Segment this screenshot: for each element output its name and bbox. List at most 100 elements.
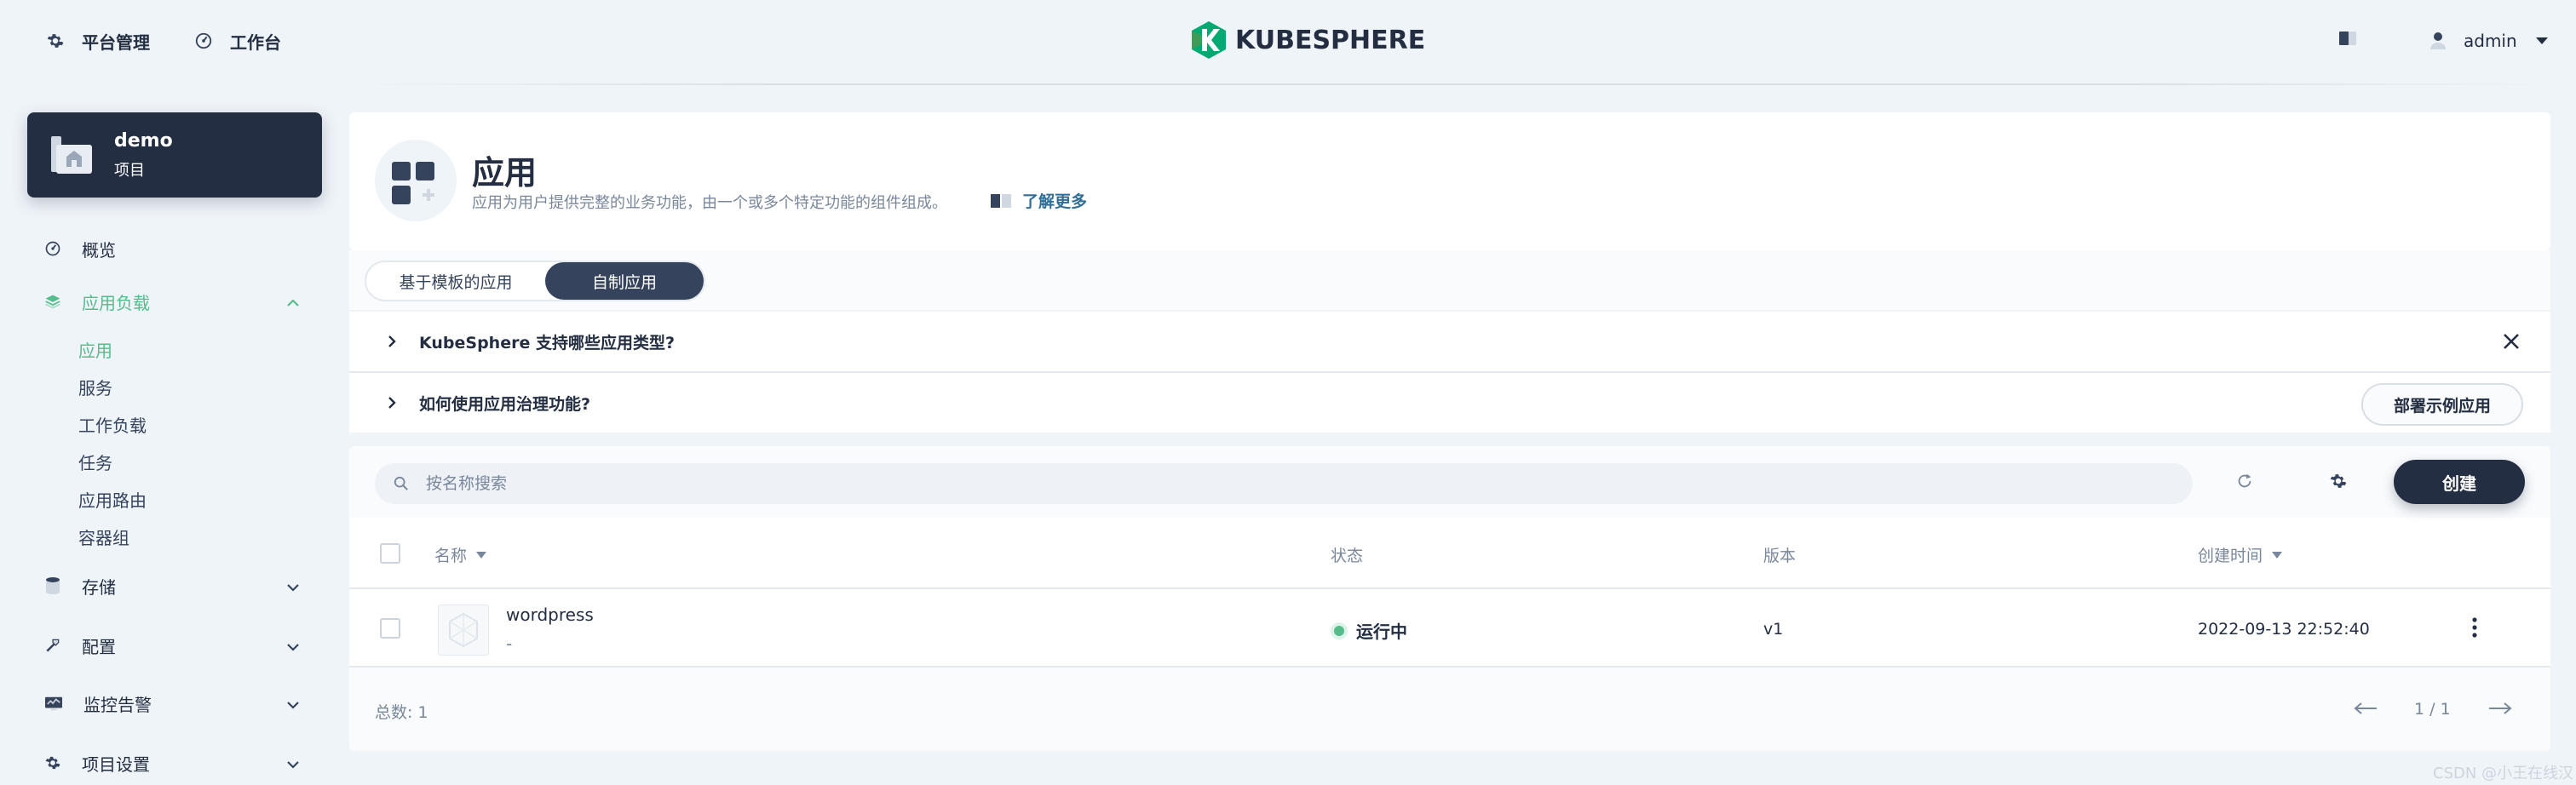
total-count: 总数: 1: [375, 703, 428, 722]
sidebar-item-config[interactable]: 配置: [44, 628, 116, 662]
app-type-tabbar: 基于模板的应用 自制应用: [349, 250, 2550, 310]
chevron-right-icon: [383, 394, 400, 411]
row-checkbox[interactable]: [380, 618, 400, 639]
sidebar-item-label: 配置: [82, 636, 116, 657]
status-text: 运行中: [1356, 622, 1407, 642]
dashboard-icon: [194, 32, 213, 50]
faq-item-governance[interactable]: 如何使用应用治理功能? 部署示例应用: [349, 373, 2550, 433]
app-thumbnail-icon: [438, 605, 489, 656]
hammer-icon: [44, 637, 61, 654]
chevron-down-icon[interactable]: [285, 639, 302, 656]
deploy-sample-app-button[interactable]: 部署示例应用: [2361, 383, 2523, 426]
faq-question: KubeSphere 支持哪些应用类型?: [419, 333, 675, 352]
page-title: 应用: [472, 154, 538, 192]
sidebar-item-label: 项目设置: [82, 753, 150, 775]
page-description: 应用为用户提供完整的业务功能，由一个或多个特定功能的组件组成。: [472, 194, 947, 212]
previous-page-icon[interactable]: [2353, 702, 2378, 715]
next-page-icon[interactable]: [2487, 702, 2513, 715]
sidebar-item-project-settings[interactable]: 项目设置: [44, 746, 150, 780]
table-toolbar: 创建: [349, 446, 2550, 518]
sidebar-item-monitoring[interactable]: 监控告警: [44, 686, 152, 720]
app-name-link[interactable]: wordpress: [506, 605, 594, 625]
create-button[interactable]: 创建: [2394, 460, 2525, 504]
user-name: admin: [2464, 31, 2517, 51]
database-icon: [44, 576, 61, 595]
gear-icon[interactable]: [2329, 472, 2348, 490]
page-indicator: 1 / 1: [2414, 700, 2451, 719]
refresh-icon[interactable]: [2235, 472, 2254, 490]
column-created-time[interactable]: 创建时间: [2198, 543, 2283, 566]
app-type-tabs: 基于模板的应用 自制应用: [365, 261, 705, 301]
chevron-down-icon[interactable]: [285, 696, 302, 713]
sidebar-item-storage[interactable]: 存储: [44, 569, 116, 603]
topbar-divider: [349, 83, 2556, 85]
column-name[interactable]: 名称: [434, 543, 487, 566]
search-icon: [394, 476, 409, 491]
learn-more-label: 了解更多: [1022, 192, 1088, 211]
column-label: 版本: [1763, 547, 1797, 565]
tab-custom-apps[interactable]: 自制应用: [545, 262, 704, 300]
gear-icon: [46, 32, 65, 50]
sidebar-item-label: 存储: [82, 576, 116, 598]
watermark: CSDN @小王在线汉化: [2433, 765, 2574, 782]
chevron-down-icon[interactable]: [285, 756, 302, 773]
app-created-time: 2022-09-13 22:52:40: [2198, 620, 2370, 639]
select-all-checkbox[interactable]: [380, 543, 400, 564]
column-label: 创建时间: [2198, 547, 2263, 565]
column-status: 状态: [1331, 543, 1363, 566]
kubesphere-logo-icon: [1191, 20, 1227, 60]
sidebar-subitem-ingresses[interactable]: 应用路由: [78, 484, 147, 514]
caret-down-icon: [2534, 36, 2550, 46]
table-footer: 总数: 1 1 / 1: [349, 668, 2550, 751]
table-row[interactable]: wordpress - 运行中 v1 2022-09-13 22:52:40: [349, 589, 2550, 668]
gear-icon: [44, 754, 61, 771]
app-version: v1: [1763, 620, 1784, 639]
panel-toggle-icon[interactable]: [2337, 29, 2358, 48]
status-dot: [1334, 625, 1344, 636]
more-actions-icon[interactable]: [2470, 615, 2479, 640]
apps-table-card: 创建 名称 状态 版本 创建时间 wordpress - 运: [349, 446, 2550, 751]
column-version: 版本: [1763, 543, 1796, 566]
search-box[interactable]: [375, 463, 2193, 504]
dashboard-icon: [44, 240, 61, 257]
app-description: -: [506, 633, 513, 654]
close-icon[interactable]: [2501, 331, 2521, 352]
sort-caret-icon: [2271, 551, 2283, 559]
layers-icon: [44, 293, 61, 310]
sidebar-subitem-services[interactable]: 服务: [78, 371, 112, 402]
column-label: 名称: [434, 547, 468, 565]
sidebar-subitem-jobs[interactable]: 任务: [78, 446, 112, 477]
platform-management-menu[interactable]: 平台管理: [46, 26, 150, 56]
sidebar-subitem-apps[interactable]: 应用: [78, 334, 112, 364]
workbench-label: 工作台: [230, 32, 281, 53]
sidebar-item-overview[interactable]: 概览: [44, 232, 116, 266]
sidebar-item-label: 概览: [82, 239, 116, 261]
top-navbar: 平台管理 工作台 KUBESPHERE admin: [0, 0, 2576, 82]
sidebar-subitem-pods[interactable]: 容器组: [78, 521, 129, 552]
status-badge: 运行中: [1334, 618, 1407, 643]
chevron-up-icon[interactable]: [285, 295, 302, 312]
project-name: demo: [114, 129, 173, 152]
faq-question: 如何使用应用治理功能?: [419, 394, 591, 414]
kubesphere-logo[interactable]: KUBESPHERE: [1191, 19, 1425, 61]
column-label: 状态: [1331, 547, 1364, 565]
chevron-right-icon: [383, 333, 400, 350]
sidebar-item-label: 应用负载: [82, 292, 150, 313]
user-menu[interactable]: admin: [2429, 26, 2550, 56]
project-icon: [49, 133, 94, 177]
project-type: 项目: [114, 161, 145, 180]
workbench-menu[interactable]: 工作台: [194, 26, 281, 56]
sidebar-item-label: 监控告警: [83, 694, 152, 715]
learn-more-link[interactable]: 了解更多: [990, 189, 1087, 212]
project-selector[interactable]: demo 项目: [27, 112, 322, 198]
apps-icon: [375, 140, 457, 221]
monitor-chart-icon: [44, 695, 63, 712]
table-header: 名称 状态 版本 创建时间: [349, 518, 2550, 589]
faq-item-app-types[interactable]: KubeSphere 支持哪些应用类型?: [349, 312, 2550, 371]
sidebar-subitem-workloads[interactable]: 工作负载: [78, 409, 147, 439]
tab-template-apps[interactable]: 基于模板的应用: [366, 262, 545, 300]
search-input[interactable]: [426, 474, 2044, 493]
sidebar-item-app-workloads[interactable]: 应用负载: [44, 284, 150, 318]
chevron-down-icon[interactable]: [285, 579, 302, 596]
kubesphere-logo-text: KUBESPHERE: [1235, 25, 1426, 55]
